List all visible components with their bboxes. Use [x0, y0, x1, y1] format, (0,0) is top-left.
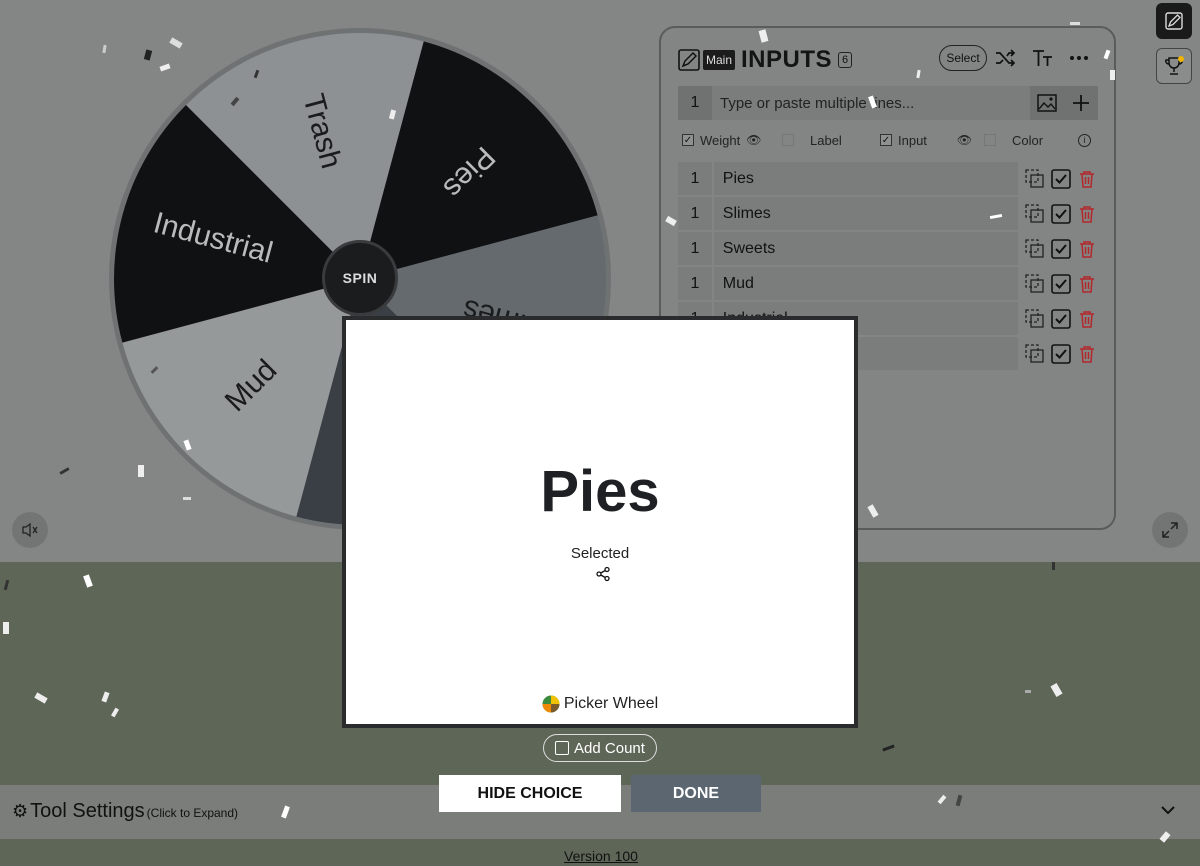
main-tag: Main	[703, 50, 736, 70]
result-status: Selected	[570, 545, 630, 562]
gear-icon: ⚙	[12, 801, 29, 821]
chevron-down-icon[interactable]	[1158, 800, 1178, 820]
trophy-icon	[1165, 56, 1184, 75]
toggle-checkbox-icon[interactable]	[1050, 238, 1072, 260]
edit-icon	[1165, 12, 1183, 30]
eye-icon[interactable]: 👁	[746, 133, 761, 147]
weight-label: Weight	[700, 132, 741, 148]
new-entry-input[interactable]: Type or paste multiple lines...	[712, 86, 1030, 120]
item-label[interactable]: Slimes	[713, 197, 1018, 230]
input-checkbox[interactable]	[880, 134, 892, 146]
add-entry-button[interactable]	[1064, 86, 1098, 120]
color-label: Color	[1012, 132, 1044, 148]
input-item-row: 1 Sweets	[678, 231, 1098, 266]
info-icon[interactable]: i	[1078, 133, 1091, 147]
spin-button[interactable]: SPIN	[322, 240, 398, 316]
add-count-toggle[interactable]: Add Count	[543, 734, 657, 762]
inputs-title: INPUTS	[741, 46, 833, 73]
input-option[interactable]: Input 👁	[876, 133, 980, 148]
toggle-checkbox-icon[interactable]	[1050, 168, 1072, 190]
toggle-checkbox-icon[interactable]	[1050, 343, 1072, 365]
duplicate-icon[interactable]	[1024, 273, 1046, 295]
tool-settings-toggle[interactable]: ⚙ Tool Settings (Click to Expand)	[12, 800, 238, 823]
version-link[interactable]: Version 100	[564, 848, 638, 864]
edit-icon	[678, 49, 700, 71]
new-entry-row: 1 Type or paste multiple lines...	[678, 86, 1098, 120]
trash-icon[interactable]	[1076, 238, 1098, 260]
settings-hint: (Click to Expand)	[146, 806, 239, 820]
add-image-button[interactable]	[1030, 86, 1064, 120]
speaker-muted-icon	[22, 522, 38, 538]
toggle-checkbox-icon[interactable]	[1050, 308, 1072, 330]
brand-name: Picker Wheel	[563, 695, 659, 712]
duplicate-icon[interactable]	[1024, 343, 1046, 365]
panel-header: Main INPUTS 6	[677, 44, 853, 76]
trash-icon[interactable]	[1076, 308, 1098, 330]
trash-icon[interactable]	[1076, 203, 1098, 225]
settings-title: Tool Settings	[30, 800, 145, 822]
duplicate-icon[interactable]	[1024, 238, 1046, 260]
hide-choice-button[interactable]: HIDE CHOICE	[439, 775, 621, 812]
weight-checkbox[interactable]	[682, 134, 694, 146]
item-weight[interactable]: 1	[678, 267, 712, 300]
text-size-icon[interactable]	[1031, 46, 1055, 70]
edit-mode-badge[interactable]: Main	[677, 48, 736, 72]
color-checkbox[interactable]	[984, 134, 996, 146]
eye-icon[interactable]: 👁	[957, 133, 972, 147]
item-weight[interactable]: 1	[678, 197, 712, 230]
duplicate-icon[interactable]	[1024, 168, 1046, 190]
toggle-checkbox-icon[interactable]	[1050, 273, 1072, 295]
duplicate-icon[interactable]	[1024, 203, 1046, 225]
picker-wheel-logo	[542, 695, 560, 713]
shuffle-icon[interactable]	[993, 46, 1017, 70]
expand-icon	[1162, 522, 1178, 538]
input-item-row: 1 Slimes	[678, 196, 1098, 231]
more-options-icon[interactable]	[1067, 46, 1091, 70]
result-dialog: Pies Selected Picker Wheel	[342, 316, 858, 728]
add-count-label: Add Count	[574, 739, 645, 757]
input-item-row: 1 Pies	[678, 161, 1098, 196]
item-weight[interactable]: 1	[678, 232, 712, 265]
label-checkbox[interactable]	[782, 134, 794, 146]
trash-icon[interactable]	[1076, 343, 1098, 365]
color-option[interactable]: Color	[980, 133, 1078, 148]
duplicate-icon[interactable]	[1024, 308, 1046, 330]
item-label[interactable]: Mud	[713, 267, 1018, 300]
input-label: Input	[898, 132, 927, 148]
column-options: Weight 👁 Label Input 👁 Color i	[678, 128, 1098, 152]
new-entry-weight[interactable]: 1	[678, 94, 712, 112]
add-count-checkbox[interactable]	[555, 741, 570, 755]
results-button[interactable]	[1156, 48, 1192, 84]
trash-icon[interactable]	[1076, 168, 1098, 190]
label-option[interactable]: Label	[778, 133, 876, 148]
edit-mode-button[interactable]	[1156, 3, 1192, 39]
trash-icon[interactable]	[1076, 273, 1098, 295]
brand: Picker Wheel	[346, 695, 854, 713]
label-label: Label	[810, 132, 842, 148]
result-value: Pies	[540, 459, 660, 524]
input-item-row: 1 Mud	[678, 266, 1098, 301]
item-label[interactable]: Sweets	[713, 232, 1018, 265]
done-button[interactable]: DONE	[631, 775, 761, 812]
item-weight[interactable]: 1	[678, 162, 712, 195]
weight-option[interactable]: Weight 👁	[678, 133, 778, 148]
toggle-checkbox-icon[interactable]	[1050, 203, 1072, 225]
item-label[interactable]: Pies	[713, 162, 1018, 195]
image-icon	[1037, 94, 1057, 112]
inputs-count-badge: 6	[838, 52, 853, 68]
mute-button[interactable]	[12, 512, 48, 548]
fullscreen-button[interactable]	[1152, 512, 1188, 548]
plus-icon	[1073, 95, 1089, 111]
select-button[interactable]: Select	[939, 45, 987, 71]
share-icon[interactable]	[595, 566, 611, 582]
